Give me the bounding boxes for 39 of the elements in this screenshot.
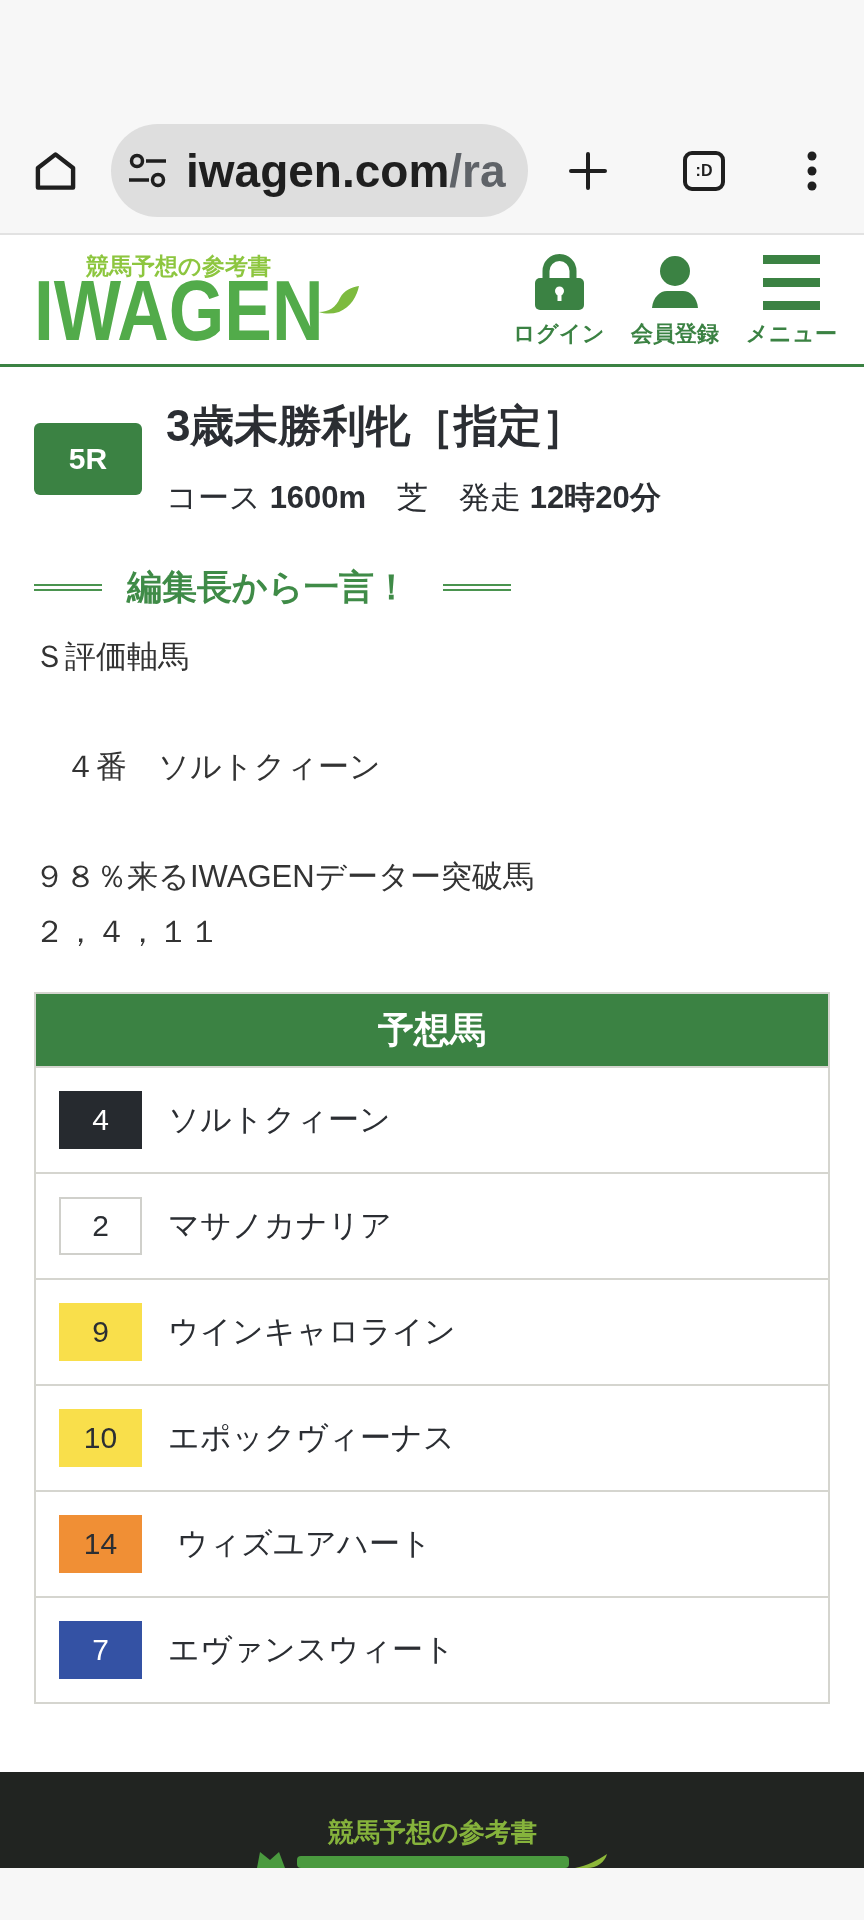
section-heading: 編集長から一言！	[127, 566, 409, 608]
tab-switcher-button[interactable]: :D	[683, 150, 725, 191]
horse-number: 10	[59, 1409, 142, 1467]
double-rule	[443, 583, 511, 591]
dots-menu-icon[interactable]	[807, 150, 817, 191]
home-icon[interactable]	[34, 150, 77, 191]
horse-number: 14	[59, 1515, 142, 1573]
lock-icon	[534, 254, 584, 310]
horse-name: ソルトクィーン	[168, 1101, 391, 1139]
race-title: 3歳未勝利牝［指定］	[166, 400, 588, 452]
comment-line: ４番 ソルトクィーン	[64, 748, 382, 786]
comment-line: ２，４，１１	[34, 913, 221, 951]
plus-icon[interactable]	[569, 151, 607, 190]
horse-number: 7	[59, 1621, 142, 1679]
tune-icon[interactable]	[129, 152, 166, 189]
horse-number: 2	[59, 1197, 142, 1255]
logo-tagline: 競馬予想の参考書	[86, 254, 272, 278]
horse-name: ウインキャロライン	[168, 1313, 456, 1351]
horse-number: 4	[59, 1091, 142, 1149]
horse-name: マサノカナリア	[168, 1207, 392, 1245]
table-header: 予想馬	[36, 994, 828, 1066]
comment-line: Ｓ評価軸馬	[34, 638, 190, 676]
race-number: 5R	[34, 422, 142, 495]
double-rule	[34, 583, 102, 591]
nav-link[interactable]: 会員登録	[625, 254, 725, 346]
horse-name: ウィズユアハート	[175, 1525, 432, 1563]
nav-link[interactable]: メニュー	[741, 254, 841, 346]
horse-number: 9	[59, 1303, 142, 1361]
horse-name: エポックヴィーナス	[168, 1419, 455, 1457]
address-bar[interactable]: iwagen.com/ra	[111, 124, 528, 217]
leaf-icon	[318, 286, 359, 314]
footer-tagline: 競馬予想の参考書	[327, 1816, 537, 1849]
menu-icon	[762, 254, 820, 310]
race-info: コース 1600m 芝 発走 12時20分	[166, 479, 661, 517]
comment-line: ９８％来るIWAGENデーター突破馬	[34, 858, 535, 896]
person-icon	[652, 256, 698, 308]
horse-name: エヴァンスウィート	[168, 1631, 455, 1669]
nav-link[interactable]: ログイン	[509, 254, 609, 346]
logo-wordmark: IWAGEN	[34, 278, 324, 342]
